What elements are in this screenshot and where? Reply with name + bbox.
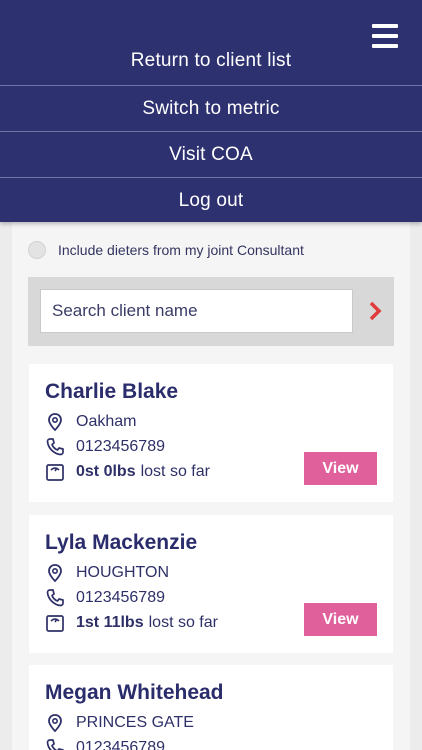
client-phone-row: 0123456789 xyxy=(45,436,165,458)
menu-item-switch-to-metric[interactable]: Switch to metric xyxy=(0,85,422,131)
view-button[interactable]: View xyxy=(304,452,377,485)
client-phone-row: 0123456789 xyxy=(45,587,165,609)
include-joint-label: Include dieters from my joint Consultant xyxy=(58,242,304,258)
menu-item-log-out[interactable]: Log out xyxy=(0,177,422,223)
location-pin-icon xyxy=(45,412,65,432)
client-location-row: Oakham xyxy=(45,411,136,433)
client-location: HOUGHTON xyxy=(76,564,170,581)
scale-icon xyxy=(45,462,65,482)
client-location-row: PRINCES GATE xyxy=(45,712,194,734)
include-joint-checkbox[interactable] xyxy=(28,241,46,259)
client-phone-row: 0123456789 xyxy=(45,737,165,750)
client-card: Megan Whitehead PRINCES GATE 0123456789 xyxy=(29,665,393,750)
client-lost-amount: 1st 11lbs xyxy=(76,614,144,631)
phone-icon xyxy=(45,437,65,457)
scale-icon xyxy=(45,613,65,633)
phone-icon xyxy=(45,738,65,750)
client-phone: 0123456789 xyxy=(76,739,165,750)
client-name: Lyla Mackenzie xyxy=(45,531,198,554)
client-location: PRINCES GATE xyxy=(76,714,194,731)
client-location-row: HOUGHTON xyxy=(45,562,169,584)
menu-item-visit-coa[interactable]: Visit COA xyxy=(0,131,422,177)
hamburger-bar xyxy=(372,24,398,28)
client-phone: 0123456789 xyxy=(76,438,165,455)
client-lost-suffix: lost so far xyxy=(140,463,210,480)
client-name: Charlie Blake xyxy=(45,380,179,403)
menu-item-return-to-client-list[interactable]: Return to client list xyxy=(0,38,422,84)
include-joint-row: Include dieters from my joint Consultant xyxy=(28,240,304,260)
phone-icon xyxy=(45,588,65,608)
search-bar xyxy=(28,277,394,346)
client-card: Lyla Mackenzie HOUGHTON 0123456789 1st 1… xyxy=(29,515,393,653)
client-name: Megan Whitehead xyxy=(45,681,224,704)
client-phone: 0123456789 xyxy=(76,589,165,606)
chevron-right-icon[interactable] xyxy=(363,299,387,323)
nav-menu: Return to client list Switch to metric V… xyxy=(0,0,422,222)
client-lost-row: 0st 0lbs lost so far xyxy=(45,461,210,483)
client-lost-amount: 0st 0lbs xyxy=(76,463,136,480)
client-card: Charlie Blake Oakham 0123456789 0st 0lbs… xyxy=(29,364,393,502)
client-location: Oakham xyxy=(76,413,137,430)
location-pin-icon xyxy=(45,713,65,733)
client-lost-row: 1st 11lbs lost so far xyxy=(45,612,218,634)
location-pin-icon xyxy=(45,563,65,583)
search-input[interactable] xyxy=(40,289,353,333)
client-lost-suffix: lost so far xyxy=(148,614,218,631)
view-button[interactable]: View xyxy=(304,603,377,636)
